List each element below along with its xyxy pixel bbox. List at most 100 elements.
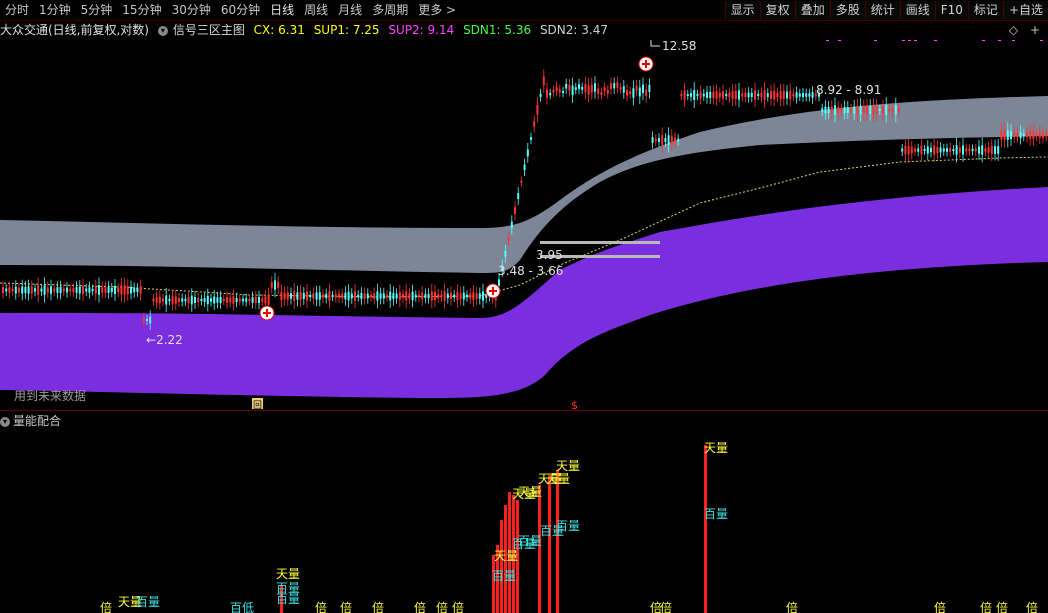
candle-body <box>718 92 721 98</box>
volume-label: 倍 <box>372 600 384 613</box>
stock-title[interactable]: 大众交通(日线,前复权,对数) <box>0 23 149 37</box>
candle-body <box>453 294 456 298</box>
candle-body <box>824 106 827 114</box>
candle-body <box>123 285 126 295</box>
candle-body <box>616 82 619 88</box>
low-price-label: ←2.22 <box>146 333 183 347</box>
candle-body <box>306 291 308 301</box>
candle-body <box>728 92 731 98</box>
volume-label: 倍 <box>436 600 448 613</box>
candle-body <box>213 296 216 304</box>
volume-panel-title[interactable]: ▾ 量能配合 <box>0 412 61 430</box>
candle-body <box>533 121 536 127</box>
candle-body <box>482 291 484 301</box>
overlay-button[interactable]: 叠加 <box>794 1 830 19</box>
candle-body <box>1035 133 1038 137</box>
top-toolbar: 分时 1分钟 5分钟 15分钟 30分钟 60分钟 日线 周线 月线 多周期 更… <box>0 0 1048 21</box>
candle-body <box>536 104 539 115</box>
tab-multi-period[interactable]: 多周期 <box>367 0 413 20</box>
candle-body <box>206 295 209 305</box>
volume-label: 倍 <box>414 600 426 613</box>
candle-body <box>603 87 606 92</box>
candle-body <box>936 146 939 154</box>
candle-body <box>574 87 577 90</box>
plus-icon[interactable]: + <box>1030 23 1040 37</box>
volume-label: 百量 <box>136 595 160 609</box>
high-annotation: 12.58 <box>650 40 696 53</box>
candle-body <box>747 92 750 98</box>
candle-body <box>514 207 516 214</box>
candle-body <box>462 292 465 300</box>
candle-body <box>648 84 651 92</box>
candle-body <box>344 292 347 300</box>
multi-stock-button[interactable]: 多股 <box>829 1 865 19</box>
period-tabs: 分时 1分钟 5分钟 15分钟 30分钟 60分钟 日线 周线 月线 多周期 更… <box>0 0 461 20</box>
candle-body <box>46 287 49 293</box>
candle-body <box>773 90 776 100</box>
marker-s-icon[interactable]: $ <box>571 399 578 410</box>
stats-button[interactable]: 统计 <box>864 1 900 19</box>
tab-5min[interactable]: 5分钟 <box>76 0 118 20</box>
tab-30min[interactable]: 30分钟 <box>167 0 216 20</box>
tab-60min[interactable]: 60分钟 <box>216 0 265 20</box>
volume-label: 倍 <box>980 600 992 613</box>
candle-body <box>354 291 356 301</box>
candle-body <box>267 295 270 305</box>
diamond-icon[interactable]: ◇ <box>1009 23 1018 37</box>
volume-label: 倍 <box>934 600 946 613</box>
adjust-button[interactable]: 复权 <box>759 1 795 19</box>
buy-signal-icon[interactable] <box>259 305 275 321</box>
candle-body <box>661 135 664 145</box>
candle-body <box>72 288 75 292</box>
f10-button[interactable]: F10 <box>934 1 968 19</box>
tab-1min[interactable]: 1分钟 <box>34 0 76 20</box>
display-button[interactable]: 显示 <box>724 1 760 19</box>
candle-body <box>242 298 244 302</box>
candle-body <box>808 93 811 97</box>
range-label-mid: 3.48 - 3.66 <box>498 264 563 278</box>
candle-body <box>1006 130 1009 140</box>
tab-monthly[interactable]: 月线 <box>333 0 367 20</box>
low-annotation: ←2.22 <box>146 333 183 347</box>
volume-label: 倍 <box>315 600 327 613</box>
volume-label: 倍 <box>452 600 464 613</box>
candle-body <box>530 137 532 140</box>
add-watchlist-button[interactable]: +自选 <box>1002 1 1048 19</box>
buy-signal-icon[interactable] <box>638 56 654 72</box>
candle-body <box>517 193 520 200</box>
candle-body <box>1016 132 1019 138</box>
candle-body <box>389 291 392 301</box>
cx-value: CX: 6.31 <box>253 23 305 37</box>
candle-body <box>933 145 936 155</box>
main-kline-chart[interactable]: 用到未来数据 12.58 ←2.22 8.92 - 8.91 3.48 - 3.… <box>0 40 1048 410</box>
draw-line-button[interactable]: 画线 <box>899 1 935 19</box>
candle-body <box>984 148 987 152</box>
tab-weekly[interactable]: 周线 <box>299 0 333 20</box>
candle-body <box>21 286 24 294</box>
marker-box-icon[interactable]: 回 <box>252 398 263 410</box>
candle-body <box>837 106 840 114</box>
panel-divider[interactable] <box>0 410 1048 411</box>
candle-body <box>750 93 753 97</box>
volume-energy-chart[interactable]: 天量百量天量天量天量百量百量天量天量百量百量天量百量天量百量百量天量百量 百低倍倍… <box>0 431 1048 613</box>
volume-label: 天量 <box>538 472 562 486</box>
candle-body <box>398 292 401 300</box>
mark-button[interactable]: 标记 <box>967 1 1003 19</box>
candle-body <box>626 90 628 96</box>
volume-label: 倍 <box>660 600 672 613</box>
indicator-name[interactable]: 信号三区主图 <box>173 23 245 37</box>
candle-body <box>651 137 654 143</box>
candle-body <box>1045 133 1048 137</box>
future-data-warning: 用到未来数据 <box>14 388 86 403</box>
candle-body <box>878 108 881 112</box>
tab-more[interactable]: 更多 > <box>413 0 461 20</box>
chevron-down-icon[interactable]: ▾ <box>0 416 10 427</box>
buy-signal-icon[interactable] <box>485 283 501 299</box>
tab-fenshi[interactable]: 分时 <box>0 0 34 20</box>
candle-body <box>152 298 155 302</box>
tab-15min[interactable]: 15分钟 <box>117 0 166 20</box>
candle-body <box>312 293 315 299</box>
candle-body <box>14 286 17 294</box>
chevron-down-icon[interactable]: ▾ <box>157 25 168 36</box>
tab-daily[interactable]: 日线 <box>265 0 299 20</box>
